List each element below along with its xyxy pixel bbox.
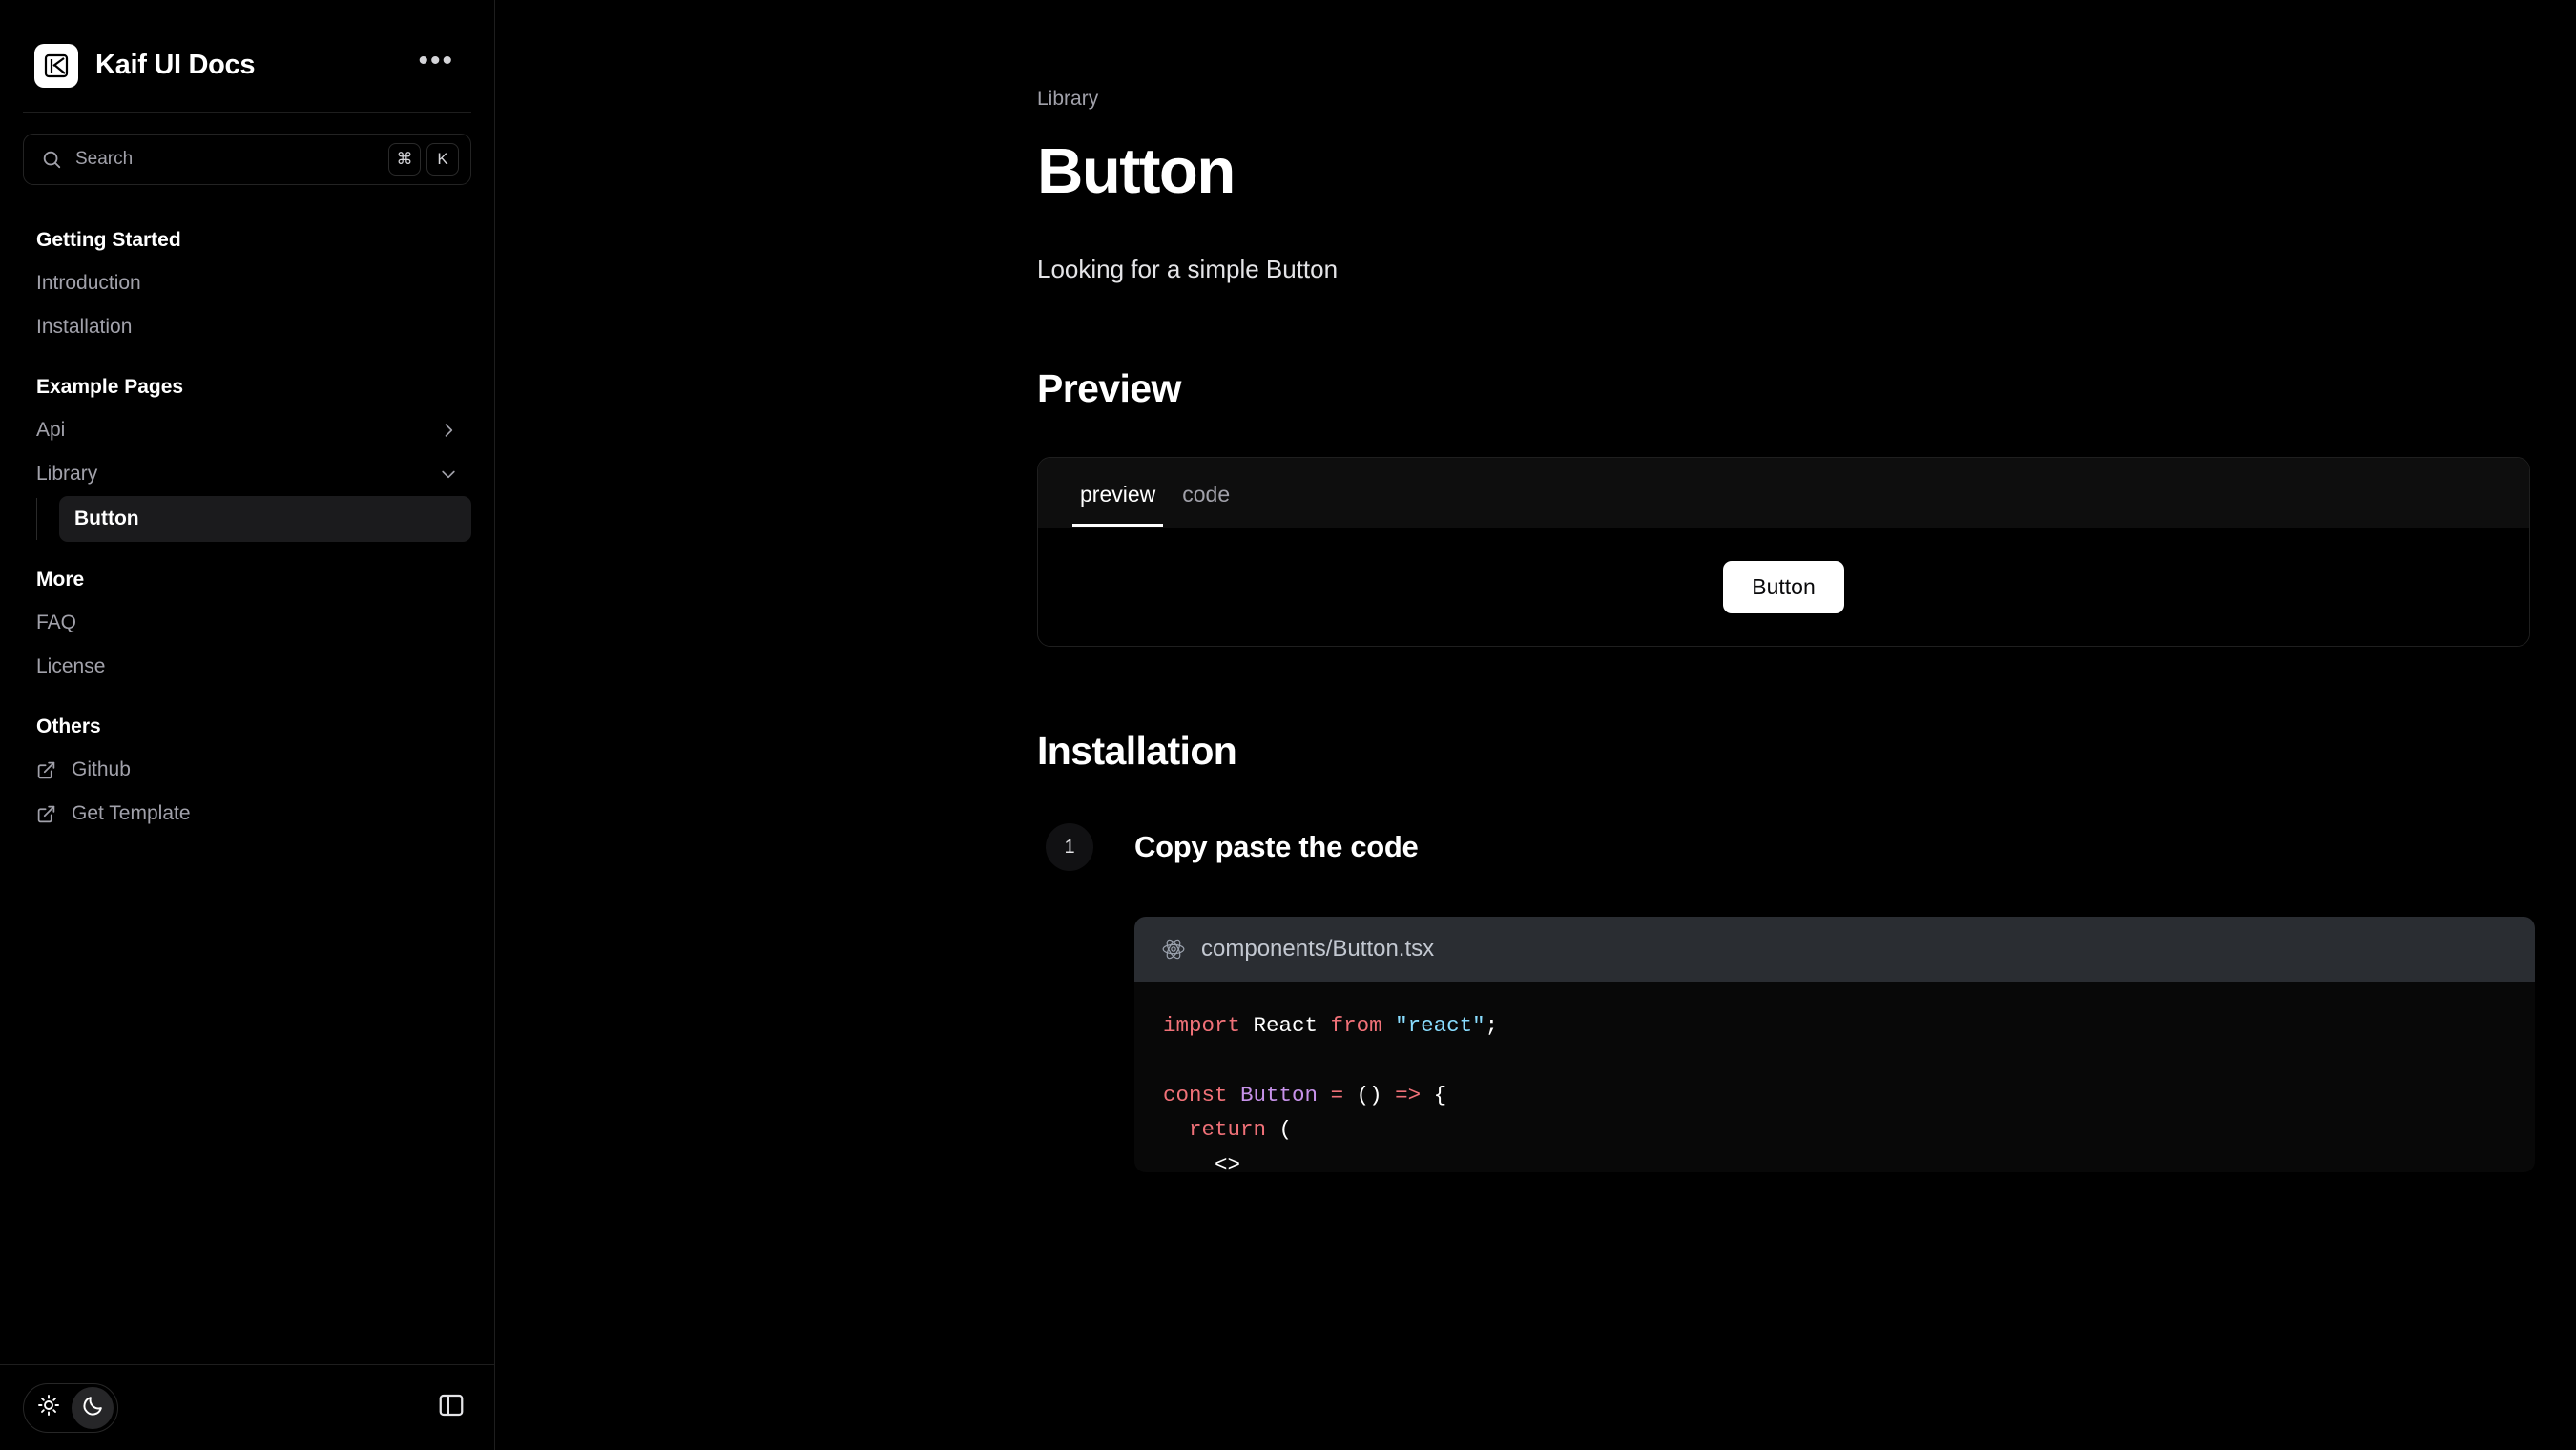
chevron-right-icon bbox=[439, 421, 458, 440]
sidebar-toggle-button[interactable] bbox=[437, 1391, 466, 1424]
preview-card: preview code Button bbox=[1037, 457, 2530, 647]
step-title: Copy paste the code bbox=[1134, 830, 1419, 863]
sidebar-toggle-icon bbox=[437, 1391, 466, 1424]
preview-section-heading: Preview bbox=[1037, 366, 1181, 410]
logo-k-icon bbox=[44, 53, 69, 77]
sidebar-subgroup-library: Button bbox=[36, 496, 471, 542]
brand-title: Kaif UI Docs bbox=[95, 50, 256, 80]
breadcrumb[interactable]: Library bbox=[1037, 88, 2576, 111]
react-icon bbox=[1161, 937, 1186, 962]
sidebar-nav: Getting Started Introduction Installatio… bbox=[0, 185, 494, 1364]
code-block: components/Button.tsx import React from … bbox=[1134, 917, 2535, 1172]
search-input[interactable]: Search ⌘ K bbox=[23, 134, 471, 185]
sidebar-item-get-template[interactable]: Get Template bbox=[23, 792, 471, 836]
code-filename: components/Button.tsx bbox=[1201, 936, 1435, 962]
step-content: Copy paste the code components/Button.ts… bbox=[1102, 823, 2576, 1172]
page-description: Looking for a simple Button bbox=[1037, 255, 1339, 283]
dark-theme-button[interactable] bbox=[72, 1386, 114, 1429]
chevron-down-icon bbox=[439, 465, 458, 484]
code-content[interactable]: import React from "react"; const Button … bbox=[1134, 982, 2535, 1172]
sidebar: Kaif UI Docs ••• Search ⌘ K Getting Star… bbox=[0, 0, 495, 1450]
installation-section-heading: Installation bbox=[1037, 729, 1237, 773]
search-icon bbox=[41, 149, 62, 170]
sidebar-item-label: Introduction bbox=[36, 272, 141, 294]
sidebar-footer bbox=[0, 1364, 494, 1450]
sidebar-item-api[interactable]: Api bbox=[23, 408, 471, 452]
tab-code[interactable]: code bbox=[1174, 461, 1237, 527]
sidebar-item-label: FAQ bbox=[36, 611, 77, 633]
sidebar-item-github[interactable]: Github bbox=[23, 748, 471, 792]
external-link-icon bbox=[36, 760, 56, 780]
step-marker: 1 bbox=[1037, 823, 1102, 1450]
nav-section-getting-started: Getting Started bbox=[36, 229, 181, 251]
sidebar-item-label: Api bbox=[36, 419, 66, 441]
installation-steps: 1 Copy paste the code components/Button.… bbox=[1037, 823, 2576, 1450]
app-root: Kaif UI Docs ••• Search ⌘ K Getting Star… bbox=[0, 0, 2576, 1450]
preview-tabs: preview code bbox=[1038, 458, 2529, 528]
sidebar-item-installation[interactable]: Installation bbox=[23, 305, 471, 349]
search-container: Search ⌘ K bbox=[0, 113, 494, 185]
sidebar-item-license[interactable]: License bbox=[23, 645, 471, 689]
kbd-command: ⌘ bbox=[388, 143, 421, 176]
step-1: 1 Copy paste the code components/Button.… bbox=[1037, 823, 2576, 1450]
demo-button[interactable]: Button bbox=[1723, 561, 1844, 613]
nav-section-more: More bbox=[36, 569, 85, 590]
app-logo[interactable] bbox=[34, 43, 78, 88]
preview-body: Button bbox=[1038, 528, 2529, 646]
light-theme-button[interactable] bbox=[28, 1387, 70, 1429]
tab-preview[interactable]: preview bbox=[1072, 461, 1164, 527]
sidebar-item-introduction[interactable]: Introduction bbox=[23, 261, 471, 305]
kbd-k: K bbox=[426, 143, 459, 176]
sidebar-item-label: Installation bbox=[36, 316, 133, 338]
sidebar-item-label: Button bbox=[74, 508, 139, 529]
sidebar-header: Kaif UI Docs ••• bbox=[0, 0, 494, 100]
sidebar-item-label: Library bbox=[36, 463, 98, 485]
nav-section-example-pages: Example Pages bbox=[36, 376, 184, 398]
sidebar-menu-button[interactable]: ••• bbox=[412, 46, 460, 81]
page-title: Button bbox=[1037, 135, 1236, 207]
code-block-header: components/Button.tsx bbox=[1134, 917, 2535, 982]
sidebar-item-label: Get Template bbox=[72, 802, 191, 824]
sun-icon bbox=[37, 1394, 60, 1421]
main-content: Library Button Looking for a simple Butt… bbox=[495, 0, 2576, 1450]
sidebar-item-library[interactable]: Library bbox=[23, 452, 471, 496]
sidebar-item-button[interactable]: Button bbox=[59, 496, 471, 542]
nav-section-others: Others bbox=[36, 715, 101, 737]
theme-toggle[interactable] bbox=[23, 1382, 118, 1433]
step-number: 1 bbox=[1046, 823, 1093, 871]
sidebar-item-label: License bbox=[36, 655, 106, 677]
sidebar-item-faq[interactable]: FAQ bbox=[23, 601, 471, 645]
search-placeholder: Search bbox=[75, 149, 134, 169]
moon-icon bbox=[81, 1394, 105, 1422]
sidebar-item-label: Github bbox=[72, 758, 131, 780]
external-link-icon bbox=[36, 804, 56, 824]
